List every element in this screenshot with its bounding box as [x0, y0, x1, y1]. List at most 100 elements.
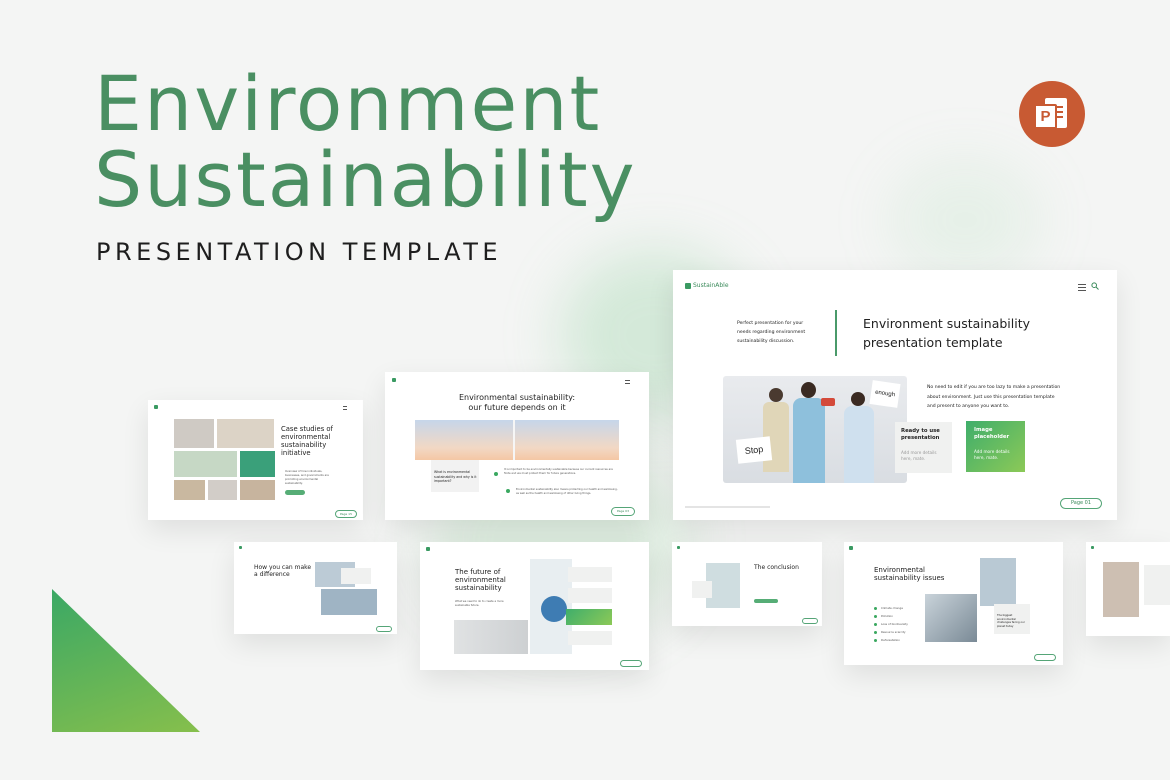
title-divider [835, 310, 837, 356]
main-body: No need to edit if you are too lazy to m… [927, 385, 1061, 409]
main-intro: Perfect presentation for your needs rega… [737, 321, 806, 344]
logo-icon [426, 547, 430, 551]
card-title: Image placeholder [974, 427, 1010, 440]
powerpoint-icon: P [1019, 81, 1085, 147]
brand-logo [677, 546, 680, 549]
slide-body: What we need to do to create a more sust… [455, 600, 504, 607]
footer-line [685, 506, 770, 508]
menu-icon[interactable] [343, 406, 347, 412]
background-glow [890, 160, 1040, 280]
read-more-button[interactable] [285, 490, 305, 495]
brand-logo [392, 378, 396, 382]
brand-logo [1091, 546, 1094, 549]
photo-grid [217, 419, 274, 448]
cyclist-photo [980, 558, 1016, 606]
brand-logo [426, 547, 430, 551]
bullet-icon [874, 606, 877, 610]
issue-item: Resource scarcity [874, 628, 928, 636]
slide-title: Environmental sustainability: our future… [458, 393, 576, 412]
bullet-icon [494, 472, 498, 476]
info-card: Ready to use presentation Add more detai… [895, 422, 952, 473]
read-more-button[interactable] [754, 599, 778, 603]
photo-grid [240, 480, 275, 500]
bullet-icon [874, 638, 877, 642]
main-title: Environment sustainability presentation … [863, 316, 1031, 350]
logo-icon [685, 282, 691, 289]
page-indicator[interactable]: Page 15 [335, 510, 357, 518]
bullet-icon [874, 614, 877, 618]
info-card [568, 631, 612, 645]
slide-title: The conclusion [754, 564, 799, 571]
lightbulb-photo [454, 620, 528, 654]
partial-slide[interactable] [1086, 542, 1170, 636]
logo-icon [849, 546, 853, 550]
decorative-triangle [52, 589, 200, 732]
search-icon[interactable] [1091, 282, 1099, 290]
photo [321, 589, 377, 615]
bullet-icon [506, 489, 510, 493]
info-card [692, 581, 712, 598]
main-slide-preview[interactable]: SustainAble Perfect presentation for you… [673, 270, 1117, 520]
menu-icon[interactable] [625, 380, 630, 386]
issue-label: Deforestation [881, 638, 901, 642]
bullet-icon [874, 622, 877, 626]
page-indicator[interactable]: Page 01 [1060, 498, 1102, 509]
issue-item: Loss of biodiversity [874, 620, 928, 628]
future-depends-slide[interactable]: Environmental sustainability: our future… [385, 372, 649, 520]
page-indicator[interactable] [802, 618, 818, 624]
slide-body: Overview of how individuals, businesses,… [285, 470, 329, 485]
conclusion-slide[interactable]: The conclusion [672, 542, 822, 626]
logo-icon [392, 378, 396, 382]
info-card [568, 567, 612, 582]
logo-icon [677, 546, 680, 549]
wind-turbine-photo [415, 420, 619, 460]
page-indicator[interactable]: Page 03 [611, 507, 635, 516]
page-indicator[interactable] [620, 660, 642, 667]
slide-title: Environmental sustainability issues [874, 566, 945, 582]
slide-title: Case studies of environmental sustainabi… [281, 425, 333, 457]
bullet-text: Environmental sustainability also means … [516, 488, 618, 496]
card-text: Add more details here, mate. [974, 449, 1010, 460]
make-difference-slide[interactable]: How you can make a difference [234, 542, 397, 634]
question-text: What is environmental sustainability and… [434, 470, 477, 484]
menu-icon[interactable] [1078, 284, 1086, 293]
issues-slide[interactable]: Environmental sustainability issues Clim… [844, 542, 1063, 665]
bullet-icon [874, 630, 877, 634]
highlight-card [566, 609, 612, 625]
page-indicator[interactable] [376, 626, 392, 632]
logo-icon [1091, 546, 1094, 549]
issue-item: Climate change [874, 604, 928, 612]
photo-grid [174, 480, 205, 500]
issue-label: Pollution [881, 614, 893, 618]
callout-text: The biggest environmental challenges fac… [997, 614, 1025, 628]
photo-grid [174, 451, 237, 477]
future-sustainability-slide[interactable]: The future of environmental sustainabili… [420, 542, 649, 670]
info-card [1144, 565, 1170, 605]
bullet-text: It is important to be environmentally su… [504, 468, 613, 476]
issue-label: Climate change [881, 606, 903, 610]
brand-logo [849, 546, 853, 550]
brand-logo [239, 546, 242, 549]
brand-logo [154, 405, 158, 409]
info-card [568, 588, 612, 603]
case-studies-slide[interactable]: Case studies of environmental sustainabi… [148, 400, 363, 520]
issue-label: Loss of biodiversity [881, 622, 908, 626]
image-placeholder-card: Image placeholder Add more details here,… [966, 421, 1025, 472]
info-card [341, 568, 371, 584]
issues-list: Climate change Pollution Loss of biodive… [874, 604, 928, 644]
page-indicator[interactable] [1034, 654, 1056, 661]
hero-subtitle: PRESENTATION TEMPLATE [96, 238, 503, 266]
issue-item: Deforestation [874, 636, 928, 644]
issue-label: Resource scarcity [881, 630, 906, 634]
protest-sign: Stop [735, 436, 773, 464]
brand-logo: SustainAble [685, 282, 729, 289]
photo [1103, 562, 1139, 617]
slide-title: The future of environmental sustainabili… [455, 568, 506, 592]
slide-title: How you can make a difference [254, 564, 312, 578]
card-text: Add more details here, mate. [901, 450, 937, 461]
photo-grid [174, 419, 214, 448]
ev-charger-photo [925, 594, 977, 642]
issue-item: Pollution [874, 612, 928, 620]
card-title: Ready to use presentation [901, 428, 940, 441]
hero-title: Environment Sustainability [94, 59, 637, 224]
